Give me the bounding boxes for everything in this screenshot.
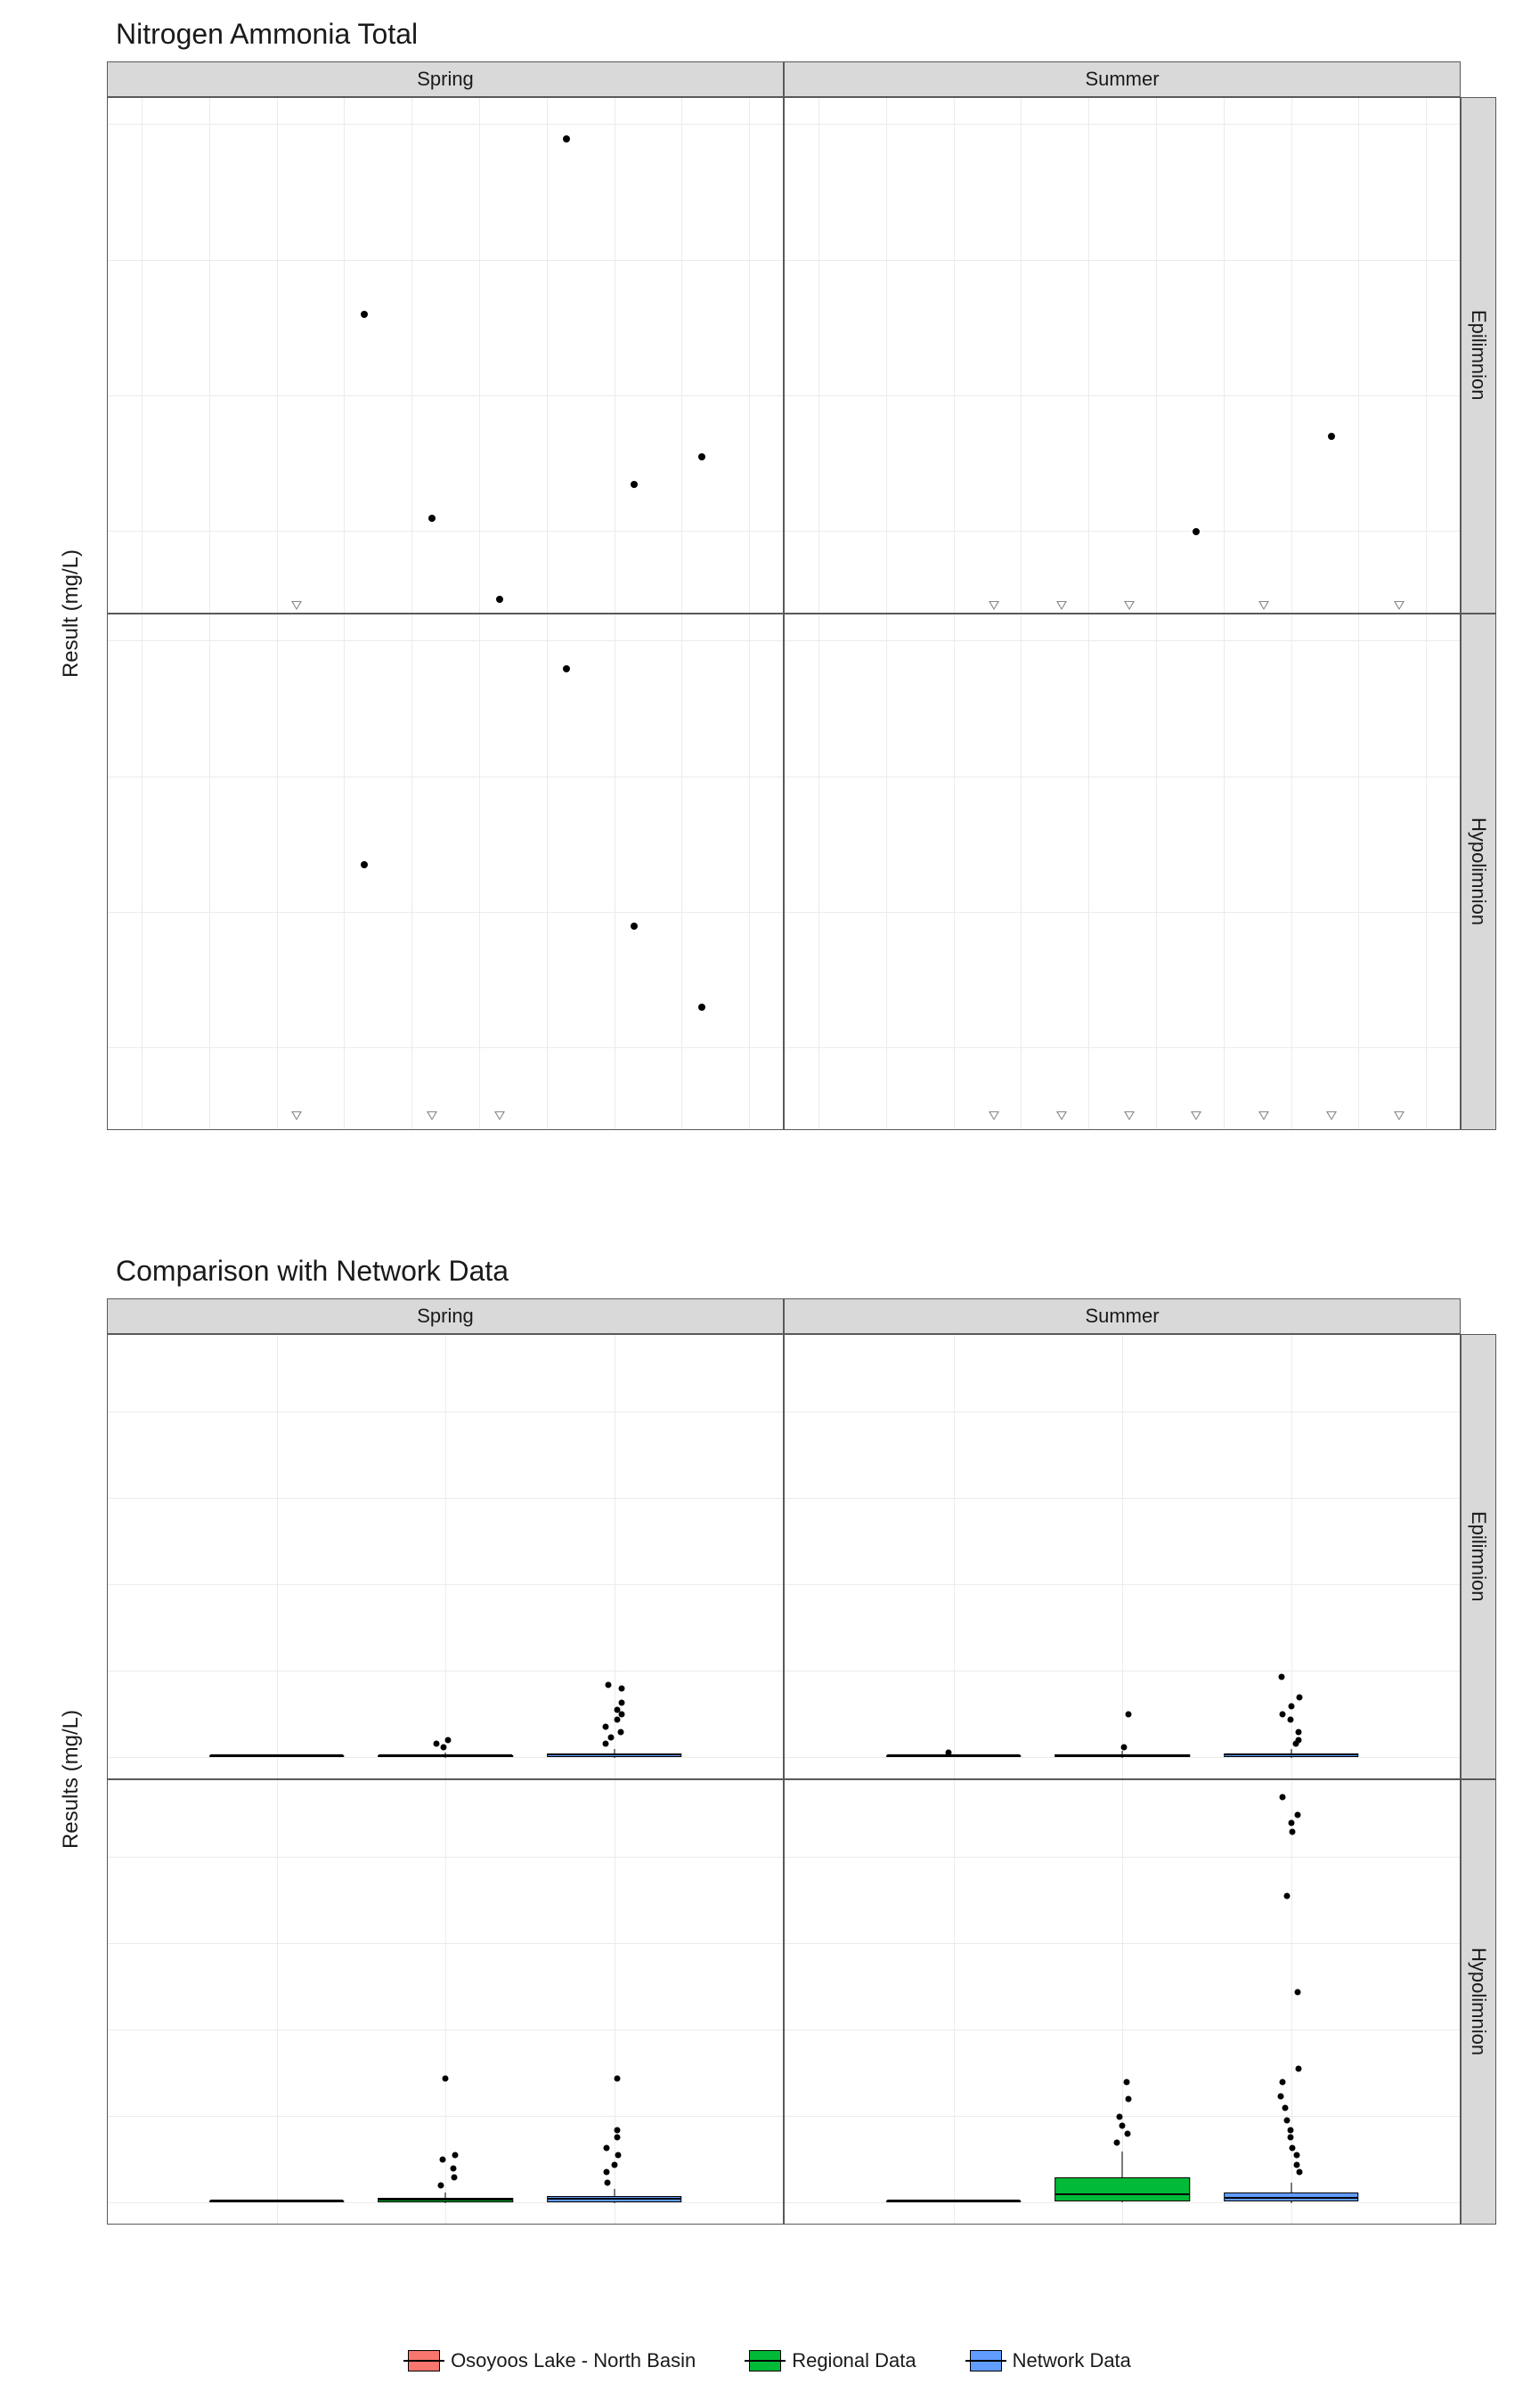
chart2-title: Comparison with Network Data: [116, 1255, 1503, 1288]
legend-item-2: Network Data: [970, 2349, 1131, 2372]
chart1-grid: Spring Summer Result (mg/L) 0.0060.0080.…: [36, 61, 1496, 1166]
chart1-panel-spring-hypo: 0.0060.0080.0100.01220162017201820192020…: [107, 614, 784, 1130]
chart1-panel-summer-epi: [784, 97, 1461, 614]
chart2-col0: Spring: [107, 1298, 784, 1334]
chart1-ylabel: Result (mg/L): [36, 97, 107, 1130]
chart2-row1: Hypolimnion: [1461, 1779, 1496, 2225]
chart2-panel-summer-epi: [784, 1334, 1461, 1779]
legend-label-1: Regional Data: [792, 2349, 916, 2372]
chart1-title: Nitrogen Ammonia Total: [116, 18, 1503, 51]
page-root: Nitrogen Ammonia Total Spring Summer Res…: [0, 0, 1539, 2408]
chart1-row0: Epilimnion: [1461, 97, 1496, 614]
chart2-panel-summer-hypo: Nitrogen Ammonia Total: [784, 1779, 1461, 2225]
legend-item-0: Osoyoos Lake - North Basin: [408, 2349, 696, 2372]
chart1-col1: Summer: [784, 61, 1461, 97]
chart1-panel-summer-hypo: 2016201720182019202020212022202320242025: [784, 614, 1461, 1130]
legend-label-0: Osoyoos Lake - North Basin: [451, 2349, 696, 2372]
legend-swatch-1: [749, 2350, 781, 2371]
chart2-row0: Epilimnion: [1461, 1334, 1496, 1779]
chart1-block: Nitrogen Ammonia Total Spring Summer Res…: [36, 18, 1503, 1219]
legend-label-2: Network Data: [1013, 2349, 1131, 2372]
chart1-row1: Hypolimnion: [1461, 614, 1496, 1130]
chart2-panel-spring-hypo: 0.00.51.01.52.0Nitrogen Ammonia Total: [107, 1779, 784, 2225]
legend-swatch-0: [408, 2350, 440, 2371]
chart2-col1: Summer: [784, 1298, 1461, 1334]
chart2-block: Comparison with Network Data Spring Summ…: [36, 1255, 1503, 2314]
chart1-col0: Spring: [107, 61, 784, 97]
chart2-grid: Spring Summer Results (mg/L) 0.00.51.01.…: [36, 1298, 1496, 2260]
chart2-ylabel: Results (mg/L): [36, 1334, 107, 2225]
chart1-panel-spring-epi: 0.0060.0080.0100.012: [107, 97, 784, 614]
legend: Osoyoos Lake - North Basin Regional Data…: [36, 2349, 1503, 2372]
legend-swatch-2: [970, 2350, 1002, 2371]
legend-item-1: Regional Data: [749, 2349, 916, 2372]
chart2-panel-spring-epi: 0.00.51.01.52.0: [107, 1334, 784, 1779]
